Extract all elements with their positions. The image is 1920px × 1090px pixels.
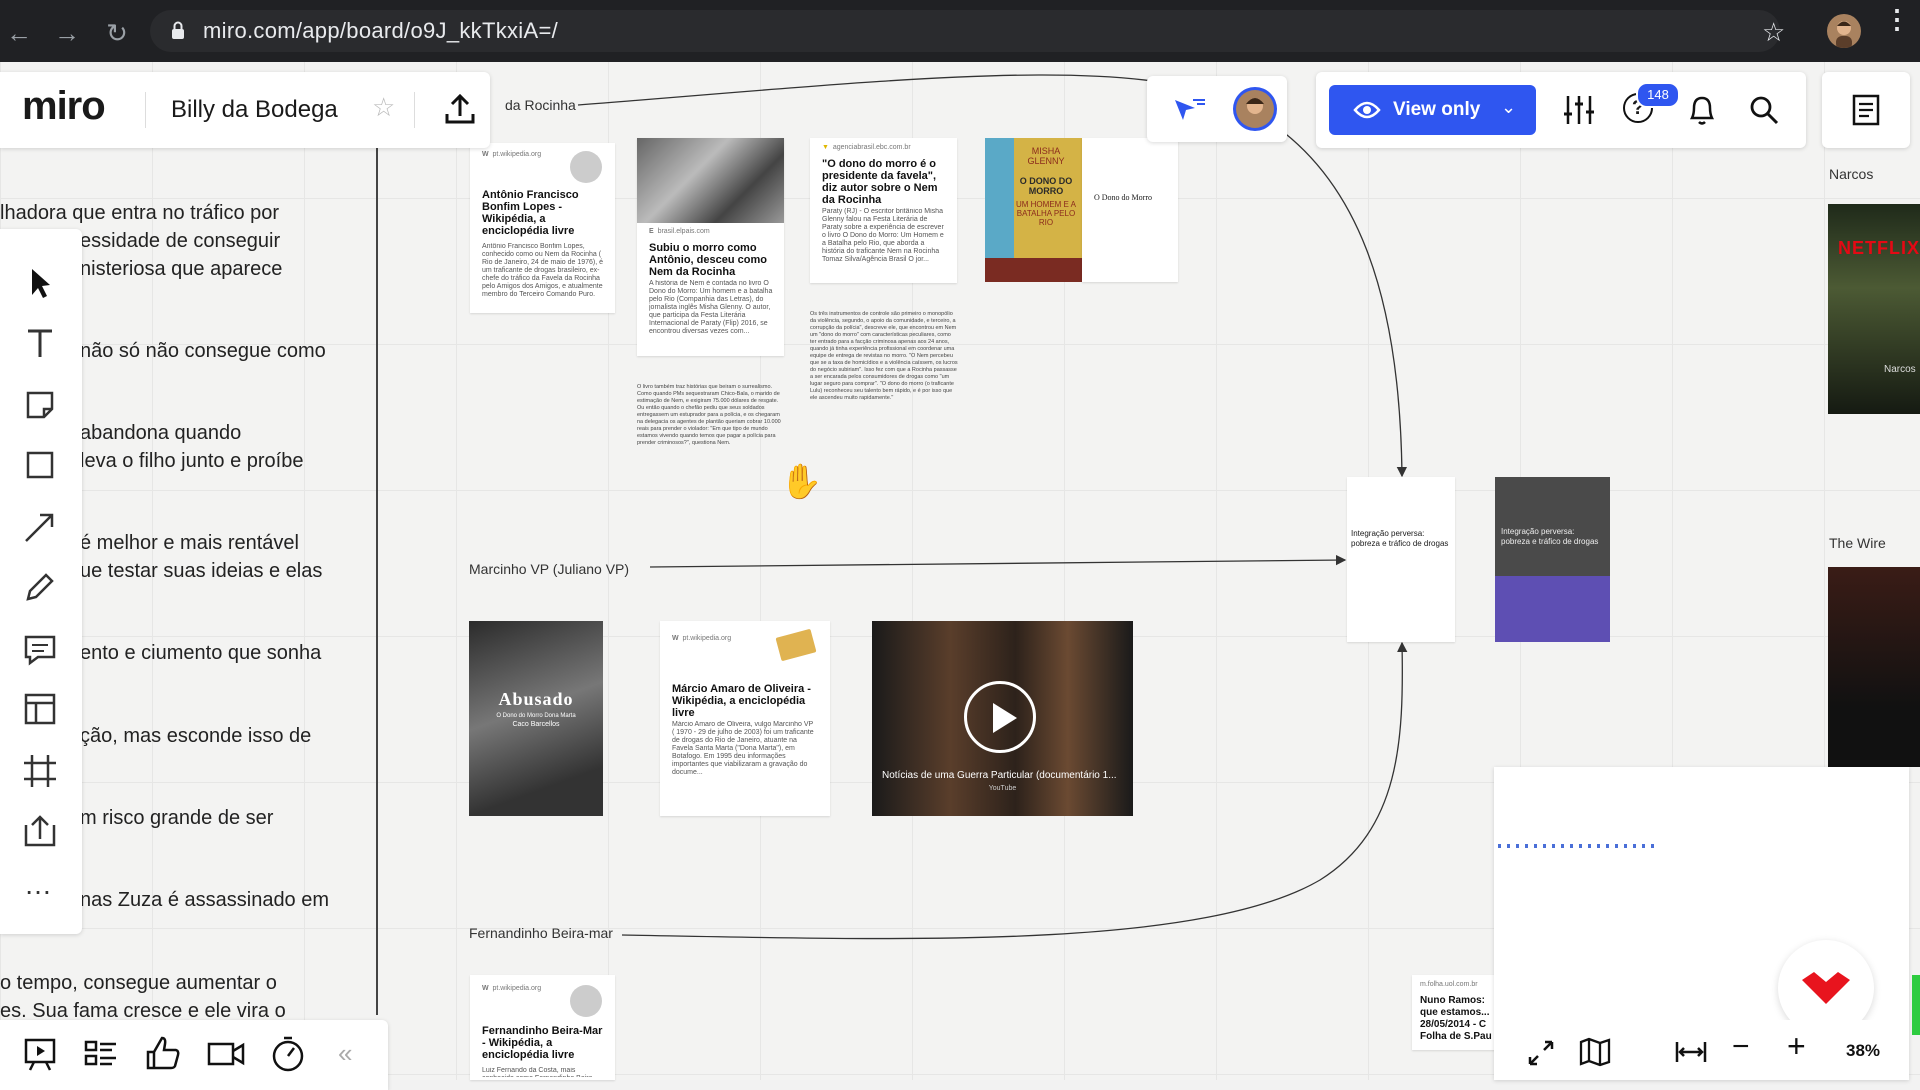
card-title: Fernandinho Beira-Mar - Wikipédia, a enc… [482,1025,603,1061]
narcos-thumbnail[interactable]: NETFLIX Narcos [1828,204,1920,414]
link-card-folha[interactable]: m.folha.uol.com.br Nuno Ramos: que estam… [1412,975,1502,1050]
notes-panel [1822,72,1910,148]
upload-icon[interactable] [20,811,60,851]
card-title: Antônio Francisco Bonfim Lopes - Wikipéd… [482,189,579,237]
template-icon[interactable] [20,689,60,729]
favorite-star-icon[interactable]: ☆ [372,92,395,123]
book-integracao-cover[interactable]: Integração perversa: pobreza e tráfico d… [1495,477,1610,642]
card-body: Luiz Fernando da Costa, mais conhecido c… [482,1067,595,1077]
zoom-level[interactable]: 38% [1846,1041,1880,1061]
view-only-button[interactable]: View only ⌄ [1329,85,1536,135]
frame-label-the-wire[interactable]: The Wire [1829,535,1886,551]
map-icon[interactable] [1578,1036,1612,1068]
link-card-agencia[interactable]: ▼ agenciabrasil.ebc.com.br "O dono do mo… [810,138,957,283]
collapse-icon[interactable]: « [338,1038,352,1069]
more-icon[interactable]: … [24,869,53,901]
miro-logo[interactable]: miro [22,84,106,129]
wikipedia-globe-icon [570,985,602,1017]
fit-width-icon[interactable] [1674,1038,1708,1066]
pen-icon[interactable] [20,567,60,607]
book-cover-dono-do-morro[interactable]: MISHA GLENNY O DONO DO MORRO UM HOMEM E … [985,138,1082,282]
card-source: W pt.wikipedia.org [482,985,542,992]
news-photo [637,138,784,223]
play-icon [993,703,1017,733]
link-card-marcio[interactable]: W pt.wikipedia.org Márcio Amaro de Olive… [660,621,830,816]
text-note-right[interactable]: Os três instrumentos de controle são pri… [810,311,958,443]
timer-icon[interactable] [268,1034,308,1074]
book-icon [775,628,817,662]
zoom-in-icon[interactable]: + [1787,1028,1806,1065]
board-list-icon[interactable] [82,1034,122,1074]
select-arrow-icon[interactable] [20,263,60,303]
frame-label-narcos[interactable]: Narcos [1829,166,1873,182]
card-source: E brasil.elpais.com [649,228,710,235]
link-card-elpais[interactable]: E brasil.elpais.com Subiu o morro como A… [637,138,784,356]
card-source: W pt.wikipedia.org [672,635,732,642]
collaborators-panel [1147,76,1287,142]
rectangle-icon[interactable] [20,445,60,485]
minimap-preview [1498,844,1658,848]
book-inner-page[interactable]: O Dono do Morro [1082,138,1178,282]
frame-label-fernandinho[interactable]: Fernandinho Beira-mar [469,925,613,941]
board-title[interactable]: Billy da Bodega [171,96,338,124]
hand-cursor-icon: ✋ [780,463,823,501]
zoom-toolbar: − + 38% [1494,1020,1909,1080]
scrollbar-indicator[interactable] [1912,975,1920,1035]
comment-icon[interactable] [20,629,60,669]
search-icon[interactable] [1748,94,1780,126]
connection-arrow-icon[interactable] [20,507,60,547]
card-body: A história de Nem é contada no livro O D… [649,280,773,335]
card-title: Márcio Amaro de Oliveira - Wikipédia, a … [672,683,811,719]
link-card-antonio[interactable]: W pt.wikipedia.org Antônio Francisco Bon… [470,143,615,313]
board-settings-icon[interactable] [1562,94,1596,126]
the-wire-thumbnail[interactable] [1828,567,1920,767]
wikipedia-globe-icon [570,151,602,183]
chevron-down-icon: ⌄ [1501,97,1517,117]
frame-label-marcinho[interactable]: Marcinho VP (Juliano VP) [469,561,629,577]
text-note-left[interactable]: O livro também traz histórias que beiram… [637,384,787,469]
card-source: W pt.wikipedia.org [482,151,542,158]
fit-screen-icon[interactable] [1526,1038,1556,1068]
frame-label-rocinha[interactable]: da Rocinha [505,97,576,113]
miro-logo-icon [1802,972,1850,1004]
frame-icon[interactable] [20,751,60,791]
card-body: Márcio Amaro de Oliveira, vulgo Marcinho… [672,721,814,776]
link-card-fernandinho[interactable]: W pt.wikipedia.org Fernandinho Beira-Mar… [470,975,615,1080]
presentation-icon[interactable] [20,1034,60,1074]
book-integracao-page[interactable]: Integração perversa: pobreza e tráfico d… [1347,477,1455,642]
follow-cursor-icon[interactable] [1173,96,1207,126]
share-upload-icon[interactable] [443,92,477,126]
eye-icon [1353,101,1381,119]
notification-badge: 148 [1636,82,1680,108]
card-source: ▼ agenciabrasil.ebc.com.br [822,144,911,151]
book-cover-abusado[interactable]: Abusado O Dono do Morro Dona Marta Caco … [469,621,603,816]
video-card[interactable]: Notícias de uma Guerra Particular (docum… [872,621,1133,816]
bell-icon[interactable] [1688,94,1716,126]
sticky-note-icon[interactable] [20,385,60,425]
video-chat-icon[interactable] [206,1034,246,1074]
zoom-out-icon[interactable]: − [1732,1030,1750,1064]
left-toolbar: … [0,229,82,934]
notes-list-icon[interactable] [1852,94,1880,126]
card-title: "O dono do morro é o presidente da favel… [822,158,938,206]
text-icon[interactable] [20,323,60,363]
card-body: Paraty (RJ) - O escritor britânico Misha… [822,208,944,263]
card-title: Subiu o morro como Antônio, desceu como … [649,242,767,278]
voting-icon[interactable] [144,1034,184,1074]
play-button[interactable] [964,681,1036,753]
board-header-panel: miro Billy da Bodega ☆ [0,72,490,148]
card-body: Antônio Francisco Bonfim Lopes, conhecid… [482,243,604,298]
collaborator-avatar[interactable] [1233,87,1277,131]
